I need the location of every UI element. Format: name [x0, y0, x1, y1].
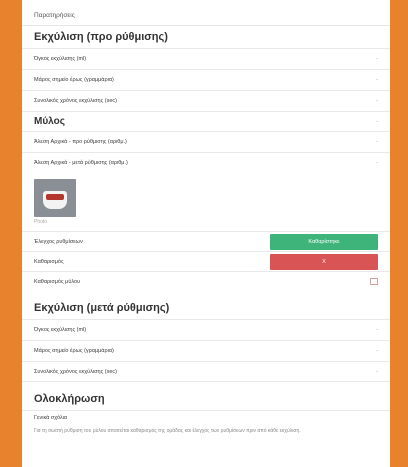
- photo-section: Photo: [22, 173, 390, 231]
- row-label: Συνολικός χρόνος εκχύλισης (sec): [34, 98, 117, 104]
- checkbox-icon[interactable]: [370, 278, 378, 285]
- post-volume-row[interactable]: Όγκος εκχύλισης (ml) -: [22, 319, 390, 340]
- photo-caption: Photo: [34, 219, 48, 225]
- row-value: -: [376, 327, 378, 333]
- comments-text: Για τη σωστή ρύθμιση του μύλου απαιτείτα…: [34, 428, 301, 434]
- liquid-shape: [46, 194, 64, 200]
- clean-row: Καθαρισμός Χ: [22, 251, 390, 271]
- row-label: Όγκος εκχύλισης (ml): [34, 327, 87, 333]
- control-row: Έλεγχος ρυθμίσεων Καθαρίστηκε: [22, 231, 390, 251]
- post-weight-row[interactable]: Μάρος σημείο έρως (γραμμάρια) -: [22, 340, 390, 361]
- post-time-row[interactable]: Συνολικός χρόνος εκχύλισης (sec) -: [22, 361, 390, 382]
- row-value: -: [376, 98, 378, 104]
- row-label: Συνολικός χρόνος εκχύλισης (sec): [34, 368, 117, 375]
- post-extraction-title: Εκχύλιση (μετά ρύθμισης): [34, 302, 170, 314]
- clean-label: Καθαρισμός: [34, 258, 64, 265]
- comments-field[interactable]: Γενικά σχόλια Για τη σωστή ρύθμιση του μ…: [22, 410, 390, 435]
- row-value: -: [376, 139, 378, 145]
- grinder-value: -: [376, 118, 378, 125]
- cleaned-button[interactable]: Καθαρίστηκε: [270, 233, 378, 250]
- row-value: -: [376, 368, 378, 375]
- grinder-header: Μύλος -: [22, 111, 390, 131]
- notes-label: Παρατηρήσεις: [22, 0, 390, 26]
- row-value: -: [376, 77, 378, 83]
- grind-after-row[interactable]: Άλεση Αρχικά - μετά ρύθμισης (αριθμ.) -: [22, 152, 390, 173]
- grinder-clean-row: Καθαρισμός μύλου: [22, 271, 390, 291]
- grind-before-row[interactable]: Άλεση Αρχικά - προ ρύθμισης (αριθμ.) -: [22, 131, 390, 152]
- row-label: Μάρος σημείο έρως (γραμμάρια): [34, 77, 114, 83]
- row-label: Όγκος εκχύλισης (ml): [34, 56, 87, 62]
- grinder-title: Μύλος: [34, 116, 65, 127]
- pre-extraction-title: Εκχύλιση (προ ρύθμισης): [34, 31, 168, 43]
- pre-time-row[interactable]: Συνολικός χρόνος εκχύλισης (sec) -: [22, 90, 390, 111]
- row-label: Άλεση Αρχικά - προ ρύθμισης (αριθμ.): [34, 139, 127, 145]
- pre-volume-row[interactable]: Όγκος εκχύλισης (ml) -: [22, 48, 390, 69]
- control-label: Έλεγχος ρυθμίσεων: [34, 238, 83, 245]
- not-cleaned-button[interactable]: Χ: [270, 253, 378, 270]
- row-label: Άλεση Αρχικά - μετά ρύθμισης (αριθμ.): [34, 160, 128, 166]
- grinder-clean-label: Καθαρισμός μύλου: [34, 278, 81, 285]
- grinder-photo[interactable]: [34, 179, 76, 217]
- pre-weight-row[interactable]: Μάρος σημείο έρως (γραμμάρια) -: [22, 69, 390, 90]
- row-value: -: [376, 56, 378, 62]
- comments-label: Γενικά σχόλια: [34, 415, 68, 421]
- row-label: Μάρος σημείο έρως (γραμμάρια): [34, 348, 114, 354]
- row-value: -: [376, 160, 378, 166]
- completion-title: Ολοκλήρωση: [34, 393, 105, 405]
- form-sheet: Παρατηρήσεις Εκχύλιση (προ ρύθμισης) Όγκ…: [22, 0, 390, 467]
- row-value: -: [376, 348, 378, 354]
